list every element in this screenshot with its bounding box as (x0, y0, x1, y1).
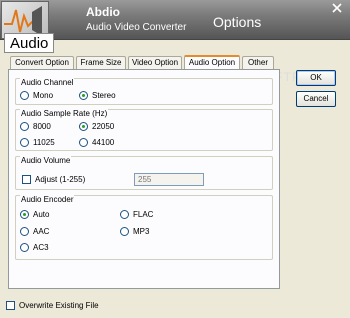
audio-channel-group: Audio Channel Mono Stereo (15, 78, 273, 105)
tab-other[interactable]: Other (242, 56, 274, 70)
dialog-title: Options (213, 14, 262, 30)
app-name: Abdio (86, 5, 120, 19)
overwrite-label: Overwrite Existing File (19, 301, 99, 310)
radio-8000-label: 8000 (33, 122, 51, 131)
audio-channel-title: Audio Channel (20, 78, 75, 87)
radio-auto-label: Auto (33, 210, 50, 219)
radio-44100[interactable]: 44100 (79, 138, 114, 147)
radio-mono-control[interactable] (20, 91, 29, 100)
volume-input[interactable]: 255 (134, 173, 204, 186)
radio-flac-control[interactable] (120, 210, 129, 219)
overwrite-checkbox[interactable]: Overwrite Existing File (6, 301, 99, 310)
overwrite-checkbox-control[interactable] (6, 301, 15, 310)
tab-convert-option[interactable]: Convert Option (10, 56, 74, 70)
tab-video-option[interactable]: Video Option (128, 56, 182, 70)
radio-11025[interactable]: 11025 (20, 138, 55, 147)
radio-mp3-control[interactable] (120, 227, 129, 236)
radio-auto[interactable]: Auto (20, 210, 49, 219)
radio-auto-control[interactable] (20, 210, 29, 219)
tab-frame-size[interactable]: Frame Size (76, 56, 126, 70)
radio-flac-label: FLAC (133, 210, 154, 219)
audio-options-panel: Audio Channel Mono Stereo Audio Sample R… (8, 69, 280, 289)
audio-encoder-group: Audio Encoder Auto FLAC AAC MP3 AC3 (15, 195, 273, 260)
radio-22050[interactable]: 22050 (79, 122, 114, 131)
adjust-volume-checkbox[interactable]: Adjust (1-255) (22, 175, 85, 184)
cancel-button[interactable]: Cancel (296, 91, 336, 107)
sample-rate-title: Audio Sample Rate (Hz) (20, 109, 109, 118)
radio-aac-label: AAC (33, 227, 50, 236)
section-label: Audio (4, 33, 55, 53)
radio-44100-label: 44100 (92, 138, 115, 147)
close-icon[interactable] (332, 3, 342, 13)
radio-mono-label: Mono (33, 91, 54, 100)
radio-ac3-control[interactable] (20, 243, 29, 252)
audio-volume-group: Audio Volume Adjust (1-255) 255 (15, 156, 273, 190)
adjust-volume-label: Adjust (1-255) (35, 175, 86, 184)
radio-aac-control[interactable] (20, 227, 29, 236)
radio-8000[interactable]: 8000 (20, 122, 51, 131)
sample-rate-group: Audio Sample Rate (Hz) 8000 22050 11025 … (15, 109, 273, 151)
adjust-volume-checkbox-control[interactable] (22, 175, 31, 184)
radio-44100-control[interactable] (79, 138, 88, 147)
radio-8000-control[interactable] (20, 122, 29, 131)
radio-stereo[interactable]: Stereo (79, 91, 116, 100)
app-subtitle: Audio Video Converter (86, 22, 187, 33)
audio-volume-title: Audio Volume (20, 156, 72, 165)
radio-ac3[interactable]: AC3 (20, 243, 49, 252)
audio-encoder-title: Audio Encoder (20, 195, 75, 204)
radio-ac3-label: AC3 (33, 243, 49, 252)
radio-stereo-control[interactable] (79, 91, 88, 100)
radio-22050-control[interactable] (79, 122, 88, 131)
radio-11025-control[interactable] (20, 138, 29, 147)
radio-mp3-label: MP3 (133, 227, 150, 236)
radio-11025-label: 11025 (33, 138, 55, 147)
ok-button[interactable]: OK (296, 70, 336, 86)
radio-stereo-label: Stereo (92, 91, 116, 100)
radio-22050-label: 22050 (92, 122, 115, 131)
radio-mono[interactable]: Mono (20, 91, 53, 100)
radio-aac[interactable]: AAC (20, 227, 49, 236)
radio-flac[interactable]: FLAC (120, 210, 153, 219)
radio-mp3[interactable]: MP3 (120, 227, 149, 236)
